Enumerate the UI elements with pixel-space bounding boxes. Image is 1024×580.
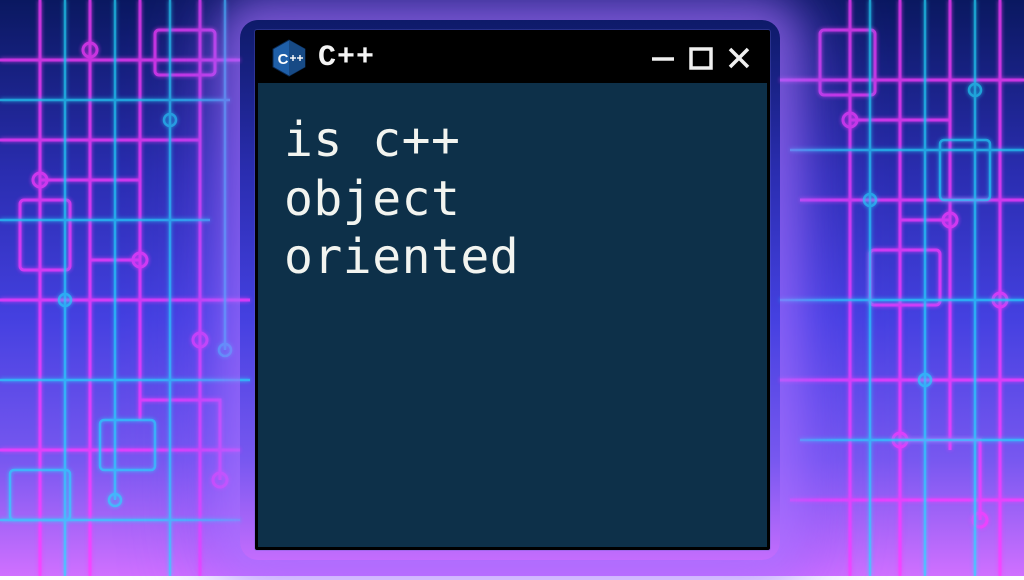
- window-title: C++: [318, 41, 637, 75]
- svg-text:C: C: [278, 51, 289, 68]
- terminal-body[interactable]: is c++ object oriented: [258, 83, 767, 547]
- titlebar[interactable]: C C++: [258, 33, 767, 83]
- cpp-hex-icon: C: [272, 39, 306, 77]
- maximize-button[interactable]: [687, 44, 715, 72]
- window-controls: [649, 44, 753, 72]
- minimize-button[interactable]: [649, 44, 677, 72]
- terminal-window: C C++ is c++ object orie: [255, 30, 770, 550]
- close-button[interactable]: [725, 44, 753, 72]
- terminal-text: is c++ object oriented: [284, 111, 741, 287]
